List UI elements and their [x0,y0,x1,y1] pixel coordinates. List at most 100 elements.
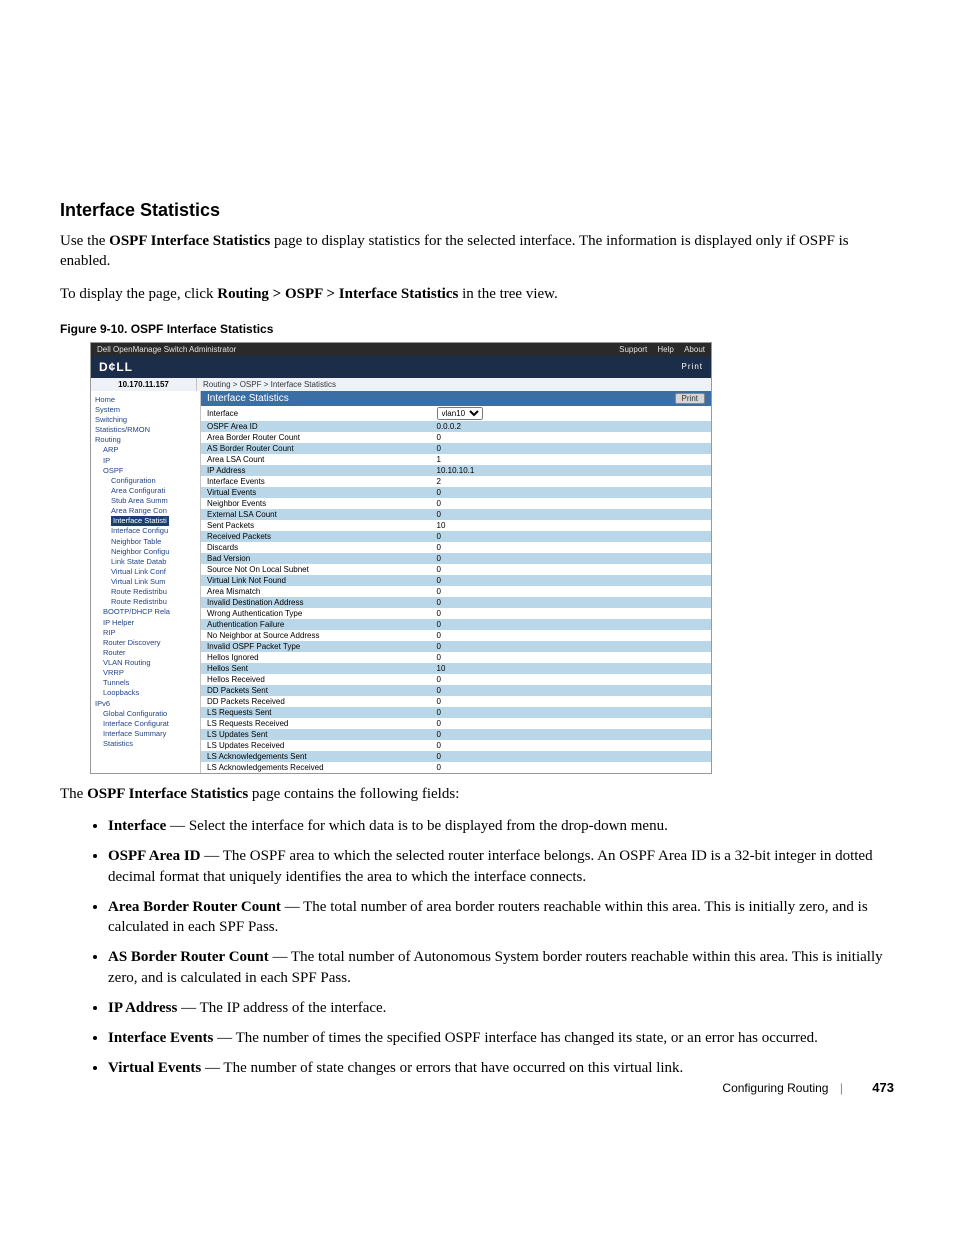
field-term: Area Border Router Count [108,899,281,915]
t: Use the [60,233,109,249]
support-link[interactable]: Support [619,345,647,354]
stat-label: Hellos Sent [201,663,431,674]
list-item: Interface — Select the interface for whi… [108,816,894,836]
table-row: LS Updates Sent0 [201,729,711,740]
stat-label: Discards [201,542,431,553]
stat-label: Interface [201,406,431,421]
stat-value: 0 [431,531,712,542]
interface-select[interactable]: vlan10 [437,407,483,420]
nav-item[interactable]: Link State Datab [111,557,200,567]
stat-value: 0 [431,509,712,520]
table-row: Hellos Received0 [201,674,711,685]
field-term: AS Border Router Count [108,949,269,965]
stat-value: 0 [431,685,712,696]
nav-item[interactable]: VRRP [103,668,200,678]
stat-value: 0 [431,619,712,630]
stat-label: DD Packets Received [201,696,431,707]
stat-value: 10.10.10.1 [431,465,712,476]
nav-item[interactable]: IPv6 [95,699,200,709]
t: in the tree view. [458,286,557,302]
nav-item[interactable]: Virtual Link Sum [111,577,200,587]
table-row: Virtual Link Not Found0 [201,575,711,586]
nav-item[interactable]: Virtual Link Conf [111,567,200,577]
footer-section: Configuring Routing [722,1081,828,1095]
stat-label: Bad Version [201,553,431,564]
table-row: DD Packets Received0 [201,696,711,707]
nav-item[interactable]: Loopbacks [103,688,200,698]
nav-item[interactable]: Switching [95,415,200,425]
table-row: LS Updates Received0 [201,740,711,751]
field-list: Interface — Select the interface for whi… [90,816,894,1079]
nav-item[interactable]: Route Redistribu [111,597,200,607]
table-row: Area Mismatch0 [201,586,711,597]
nav-item[interactable]: Route Redistribu [111,587,200,597]
print-button[interactable]: Print [675,393,705,404]
nav-item[interactable]: IP Helper [103,618,200,628]
stat-value: 0 [431,597,712,608]
stat-label: DD Packets Sent [201,685,431,696]
brand-bar: D¢LL Print [91,356,711,378]
section-heading: Interface Statistics [60,200,894,221]
stat-label: IP Address [201,465,431,476]
nav-item[interactable]: VLAN Routing [103,658,200,668]
stat-value: 10 [431,520,712,531]
nav-item[interactable]: Router [103,648,200,658]
nav-item[interactable]: Routing [95,435,200,445]
stat-value: 0 [431,740,712,751]
table-row: Hellos Sent10 [201,663,711,674]
nav-item[interactable]: Home [95,395,200,405]
list-item: AS Border Router Count — The total numbe… [108,947,894,988]
stat-label: Area LSA Count [201,454,431,465]
table-row: Area Border Router Count0 [201,432,711,443]
table-row: No Neighbor at Source Address0 [201,630,711,641]
table-row: External LSA Count0 [201,509,711,520]
window-title: Dell OpenManage Switch Administrator [97,345,236,354]
help-link[interactable]: Help [657,345,673,354]
nav-item[interactable]: OSPF [103,466,200,476]
nav-item[interactable]: System [95,405,200,415]
stat-label: Authentication Failure [201,619,431,630]
stat-value: 0 [431,432,712,443]
nav-tree[interactable]: HomeSystemSwitchingStatistics/RMONRoutin… [91,391,201,773]
stat-value[interactable]: vlan10 [431,406,712,421]
field-term: Interface Events [108,1030,213,1046]
nav-item[interactable]: Neighbor Configu [111,547,200,557]
table-row: Received Packets0 [201,531,711,542]
nav-item[interactable]: Tunnels [103,678,200,688]
nav-item[interactable]: Statistics [103,739,200,749]
device-ip: 10.170.11.157 [91,378,197,391]
table-row: IP Address10.10.10.1 [201,465,711,476]
stat-value: 0 [431,729,712,740]
nav-item[interactable]: Area Range Con [111,506,200,516]
nav-item[interactable]: BOOTP/DHCP Rela [103,607,200,617]
stat-value: 0 [431,498,712,509]
nav-item[interactable]: Global Configuratio [103,709,200,719]
list-item: Area Border Router Count — The total num… [108,897,894,938]
nav-item[interactable]: Area Configurati [111,486,200,496]
stat-label: Neighbor Events [201,498,431,509]
stat-label: Hellos Ignored [201,652,431,663]
nav-item[interactable]: Statistics/RMON [95,425,200,435]
stat-label: Invalid OSPF Packet Type [201,641,431,652]
table-row: Invalid Destination Address0 [201,597,711,608]
print-link[interactable]: Print [682,362,703,371]
nav-item[interactable]: Interface Configu [111,526,200,536]
nav-item[interactable]: Interface Configurat [103,719,200,729]
table-row: Interface vlan10 [201,406,711,421]
nav-item[interactable]: Router Discovery [103,638,200,648]
nav-item[interactable]: Stub Area Summ [111,496,200,506]
list-item: OSPF Area ID — The OSPF area to which th… [108,846,894,887]
nav-item[interactable]: Configuration [111,476,200,486]
about-link[interactable]: About [684,345,705,354]
nav-item[interactable]: ARP [103,445,200,455]
nav-item[interactable]: RIP [103,628,200,638]
stat-value: 0 [431,553,712,564]
nav-item[interactable]: Interface Summary [103,729,200,739]
after-shot-intro: The OSPF Interface Statistics page conta… [60,784,894,804]
screenshot: Dell OpenManage Switch Administrator Sup… [90,342,712,774]
nav-item[interactable]: Interface Statisti [111,516,200,526]
nav-item[interactable]: IP [103,456,200,466]
panel-title: Interface Statistics [207,393,289,404]
nav-item[interactable]: Neighbor Table [111,537,200,547]
table-row: Source Not On Local Subnet0 [201,564,711,575]
